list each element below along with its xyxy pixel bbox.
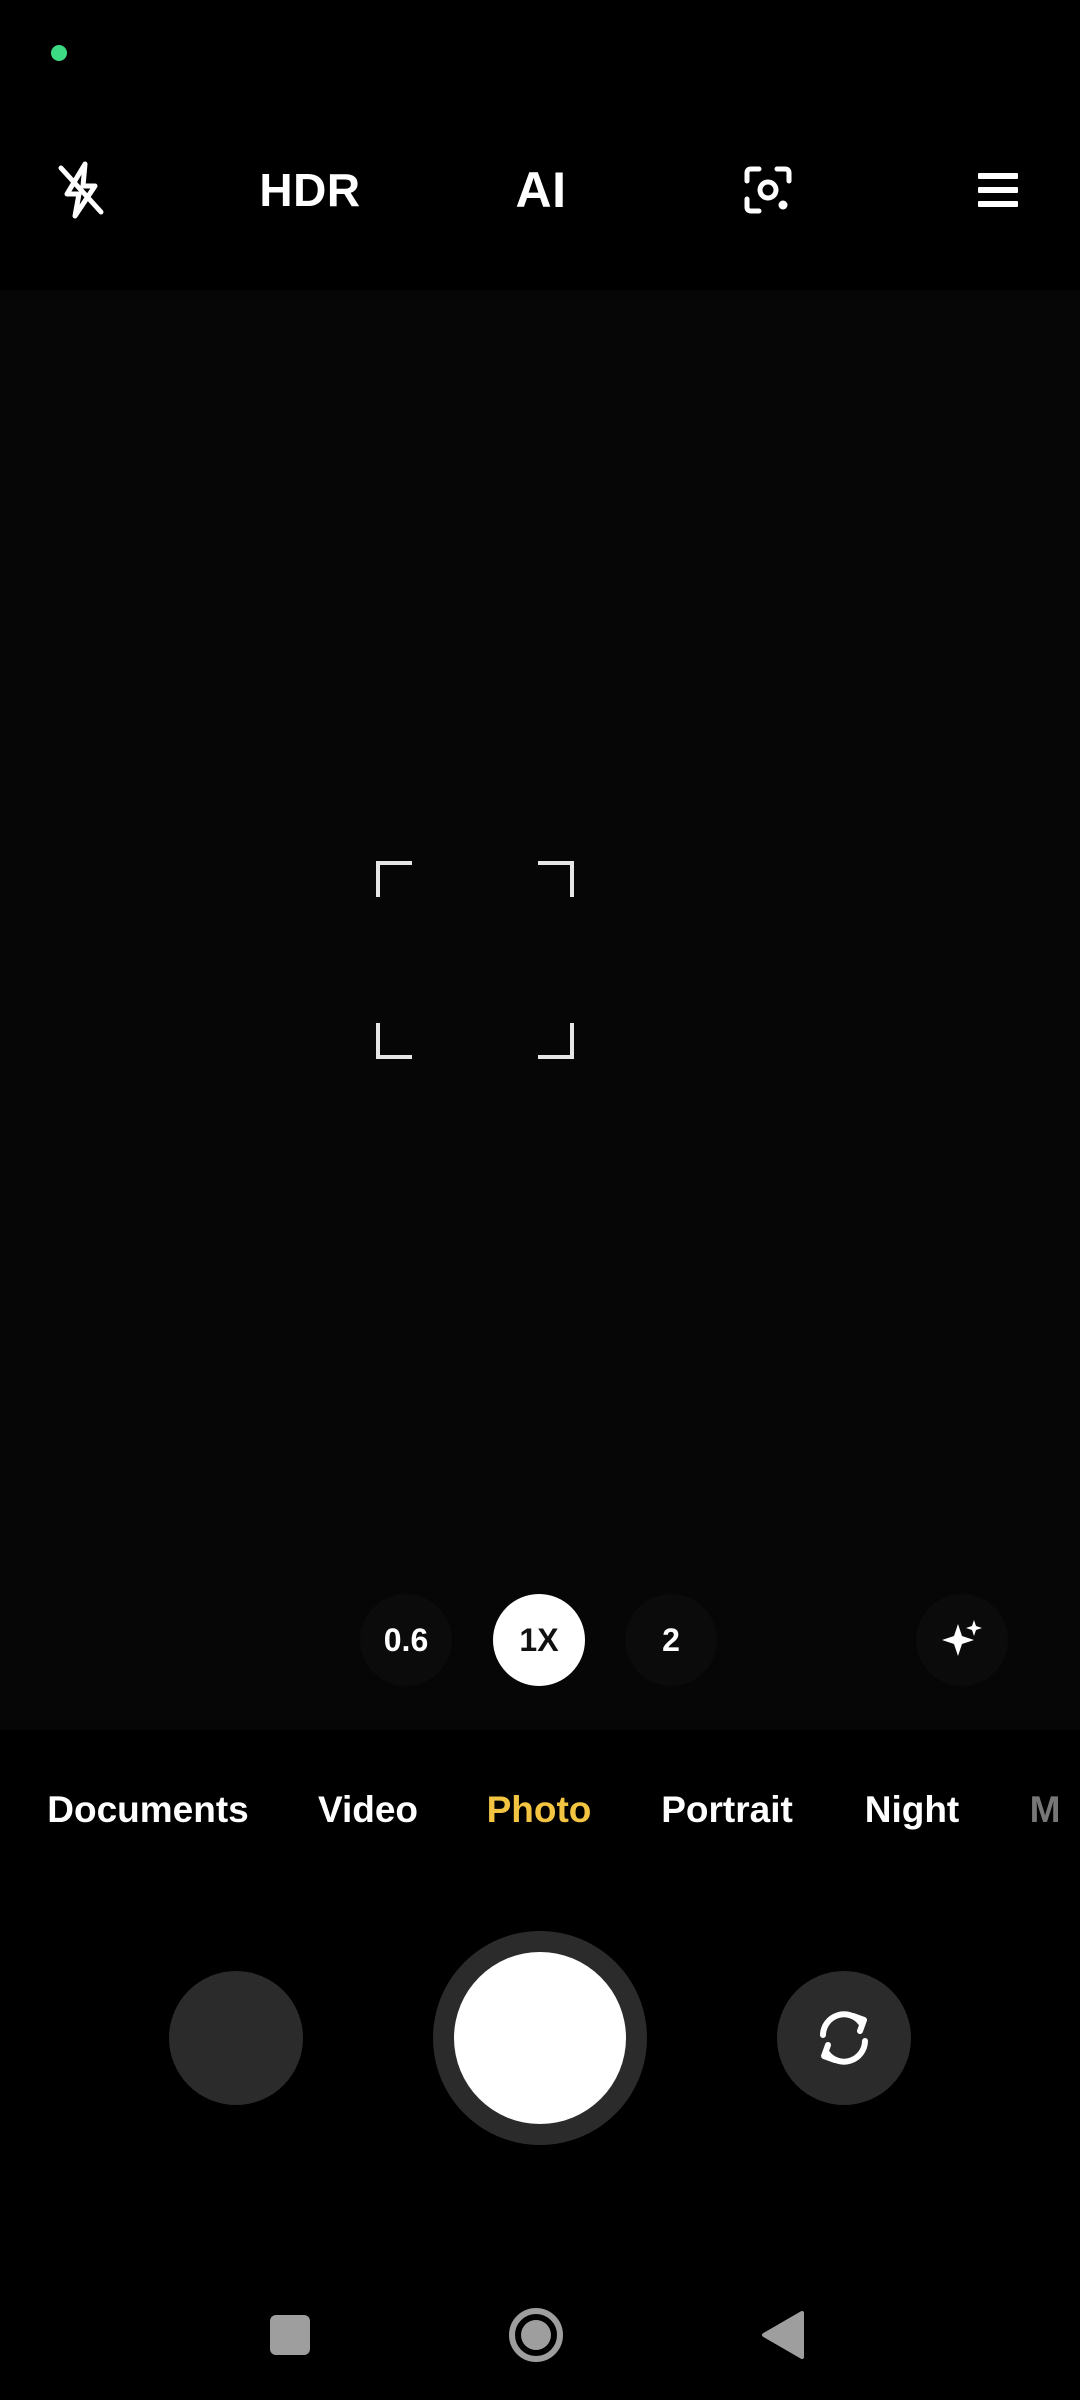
hdr-label: HDR bbox=[259, 164, 361, 216]
google-lens-button[interactable] bbox=[728, 150, 808, 230]
flash-off-icon bbox=[58, 161, 104, 219]
zoom-option-2[interactable]: 2 bbox=[625, 1594, 717, 1686]
mode-photo[interactable]: Photo bbox=[487, 1770, 592, 1850]
home-button[interactable] bbox=[501, 2300, 571, 2370]
switch-camera-icon bbox=[820, 2011, 868, 2065]
mode-video[interactable]: Video bbox=[318, 1770, 418, 1850]
hdr-button[interactable]: HDR bbox=[240, 150, 380, 230]
home-circle-icon bbox=[509, 2308, 563, 2362]
mode-night[interactable]: Night bbox=[865, 1770, 960, 1850]
zoom-option-label: 0.6 bbox=[383, 1621, 429, 1658]
mode-selector[interactable]: Documents Video Photo Portrait Night M bbox=[0, 1770, 1080, 1850]
beauty-sparkle-icon bbox=[942, 1620, 982, 1656]
beauty-button[interactable] bbox=[916, 1594, 1008, 1686]
shutter-button-inner[interactable] bbox=[454, 1952, 626, 2124]
recents-button[interactable] bbox=[255, 2300, 325, 2370]
mode-portrait[interactable]: Portrait bbox=[661, 1770, 793, 1850]
ai-label: AI bbox=[515, 162, 567, 218]
zoom-option-1x[interactable]: 1X bbox=[493, 1594, 585, 1686]
menu-button[interactable] bbox=[958, 150, 1038, 230]
ai-button[interactable]: AI bbox=[491, 150, 591, 230]
zoom-option-0.6[interactable]: 0.6 bbox=[360, 1594, 452, 1686]
switch-camera-button[interactable] bbox=[777, 1971, 911, 2105]
zoom-option-label: 1X bbox=[519, 1621, 559, 1658]
focus-frame-icon bbox=[376, 861, 574, 1059]
flash-off-button[interactable] bbox=[41, 150, 121, 230]
camera-in-use-indicator bbox=[51, 45, 67, 61]
status-bar bbox=[0, 0, 1080, 110]
gallery-thumbnail[interactable] bbox=[169, 1971, 303, 2105]
google-lens-icon bbox=[744, 166, 792, 214]
back-triangle-icon bbox=[762, 2311, 804, 2359]
back-button[interactable] bbox=[748, 2300, 818, 2370]
mode-documents[interactable]: Documents bbox=[47, 1770, 248, 1850]
zoom-option-label: 2 bbox=[662, 1621, 680, 1658]
recents-square-icon bbox=[270, 2315, 310, 2355]
menu-icon bbox=[978, 173, 1018, 207]
mode-more[interactable]: M bbox=[1030, 1770, 1061, 1850]
